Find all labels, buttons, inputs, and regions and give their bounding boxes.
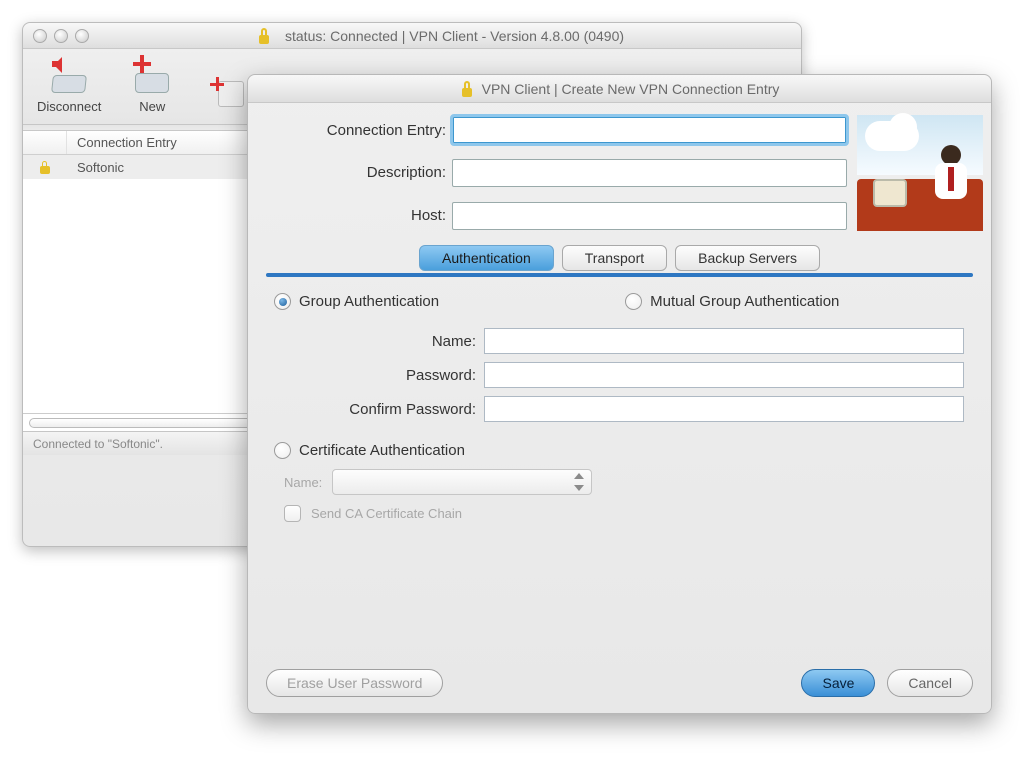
tab-transport[interactable]: Transport <box>562 245 667 271</box>
minimize-traffic-light[interactable] <box>54 29 68 43</box>
description-label: Description: <box>266 164 452 181</box>
illustration <box>847 115 983 231</box>
col-connection-entry[interactable]: Connection Entry <box>67 135 177 150</box>
auth-password-input[interactable] <box>484 362 964 388</box>
disconnect-button[interactable]: Disconnect <box>37 55 101 114</box>
cert-name-label: Name: <box>284 475 322 490</box>
group-auth-label: Group Authentication <box>299 293 439 310</box>
auth-name-label: Name: <box>274 333 484 350</box>
disconnect-label: Disconnect <box>37 99 101 114</box>
disconnect-icon <box>46 57 92 93</box>
new-button[interactable]: New <box>127 55 177 114</box>
new-icon <box>129 57 175 93</box>
lock-icon <box>39 161 51 174</box>
titlebar: status: Connected | VPN Client - Version… <box>23 23 801 49</box>
auth-confirm-label: Confirm Password: <box>274 401 484 418</box>
create-connection-dialog: VPN Client | Create New VPN Connection E… <box>247 74 992 714</box>
status-text: Connected to "Softonic". <box>33 437 163 451</box>
close-traffic-light[interactable] <box>33 29 47 43</box>
cert-name-combo[interactable] <box>332 469 592 495</box>
connection-entry-label: Connection Entry: <box>266 122 452 139</box>
dialog-title: VPN Client | Create New VPN Connection E… <box>482 81 780 97</box>
mutual-auth-radio[interactable]: Mutual Group Authentication <box>625 293 839 310</box>
stepper-icon <box>571 473 587 491</box>
group-auth-radio[interactable]: Group Authentication <box>274 293 439 310</box>
traffic-lights <box>33 29 89 43</box>
connection-entry-input[interactable] <box>452 116 847 144</box>
cancel-button[interactable]: Cancel <box>887 669 973 697</box>
description-input[interactable] <box>452 159 847 187</box>
host-input[interactable] <box>452 202 847 230</box>
auth-password-label: Password: <box>274 367 484 384</box>
send-ca-checkbox[interactable] <box>284 505 301 522</box>
radio-icon <box>274 293 291 310</box>
cert-auth-radio[interactable]: Certificate Authentication <box>274 442 965 459</box>
save-button[interactable]: Save <box>801 669 875 697</box>
mutual-auth-label: Mutual Group Authentication <box>650 293 839 310</box>
radio-icon <box>274 442 291 459</box>
lock-icon <box>257 28 271 44</box>
zoom-traffic-light[interactable] <box>75 29 89 43</box>
window-title: status: Connected | VPN Client - Version… <box>285 28 624 44</box>
tab-backup-servers[interactable]: Backup Servers <box>675 245 820 271</box>
auth-panel: Group Authentication Mutual Group Authen… <box>266 277 973 530</box>
auth-name-input[interactable] <box>484 328 964 354</box>
host-label: Host: <box>266 207 452 224</box>
send-ca-label: Send CA Certificate Chain <box>311 506 462 521</box>
import-button[interactable] <box>203 74 253 114</box>
auth-confirm-input[interactable] <box>484 396 964 422</box>
radio-icon <box>625 293 642 310</box>
cert-auth-label: Certificate Authentication <box>299 442 465 459</box>
dialog-button-row: Erase User Password Save Cancel <box>266 659 973 697</box>
computer-icon <box>873 179 907 207</box>
lock-icon <box>460 81 474 97</box>
import-icon <box>208 77 248 111</box>
new-label: New <box>139 99 165 114</box>
erase-password-button[interactable]: Erase User Password <box>266 669 443 697</box>
cloud-icon <box>865 121 919 151</box>
tab-authentication[interactable]: Authentication <box>419 245 554 271</box>
tabs: Authentication Transport Backup Servers <box>266 245 973 271</box>
list-item-label: Softonic <box>67 160 124 175</box>
dialog-titlebar: VPN Client | Create New VPN Connection E… <box>248 75 991 103</box>
person-icon <box>931 145 977 205</box>
